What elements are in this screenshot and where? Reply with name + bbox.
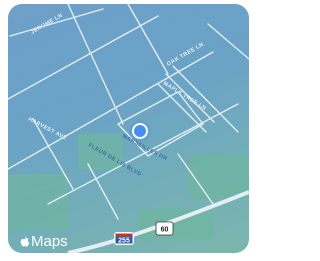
street-cross-1[interactable] (67, 4, 124, 125)
street-label-harvest: HARVEST AVE (27, 116, 68, 141)
park-areas (8, 134, 249, 239)
street-cross-5[interactable] (207, 23, 249, 60)
maps-brand: Maps (20, 233, 68, 250)
park-area-south (138, 209, 213, 239)
street-label-jerome: JEROME LN (30, 13, 64, 36)
street-north-diag[interactable] (8, 15, 159, 100)
street-cross-2[interactable] (127, 4, 169, 75)
maps-brand-label: Maps (31, 233, 68, 250)
route-shield-60[interactable]: 60 (155, 221, 174, 236)
shield-label-60: 60 (161, 227, 169, 234)
map-canvas[interactable]: JEROME LN HARVEST AVE OAK TREE LN MAPLE … (8, 4, 249, 253)
route-shield-255[interactable]: 255 (114, 232, 134, 245)
interstate-shield-band (115, 233, 133, 237)
park-area-east (188, 154, 249, 199)
street-jerome[interactable] (9, 8, 104, 37)
location-dot-icon (134, 125, 146, 137)
current-location-marker[interactable] (129, 120, 151, 142)
shield-label-255: 255 (118, 238, 130, 245)
street-cross-6[interactable] (87, 163, 119, 220)
apple-logo-icon (20, 236, 30, 246)
street-label-oak-tree: OAK TREE LN (166, 42, 205, 68)
map-view[interactable]: JEROME LN HARVEST AVE OAK TREE LN MAPLE … (8, 4, 249, 253)
park-area-southwest (8, 174, 68, 229)
